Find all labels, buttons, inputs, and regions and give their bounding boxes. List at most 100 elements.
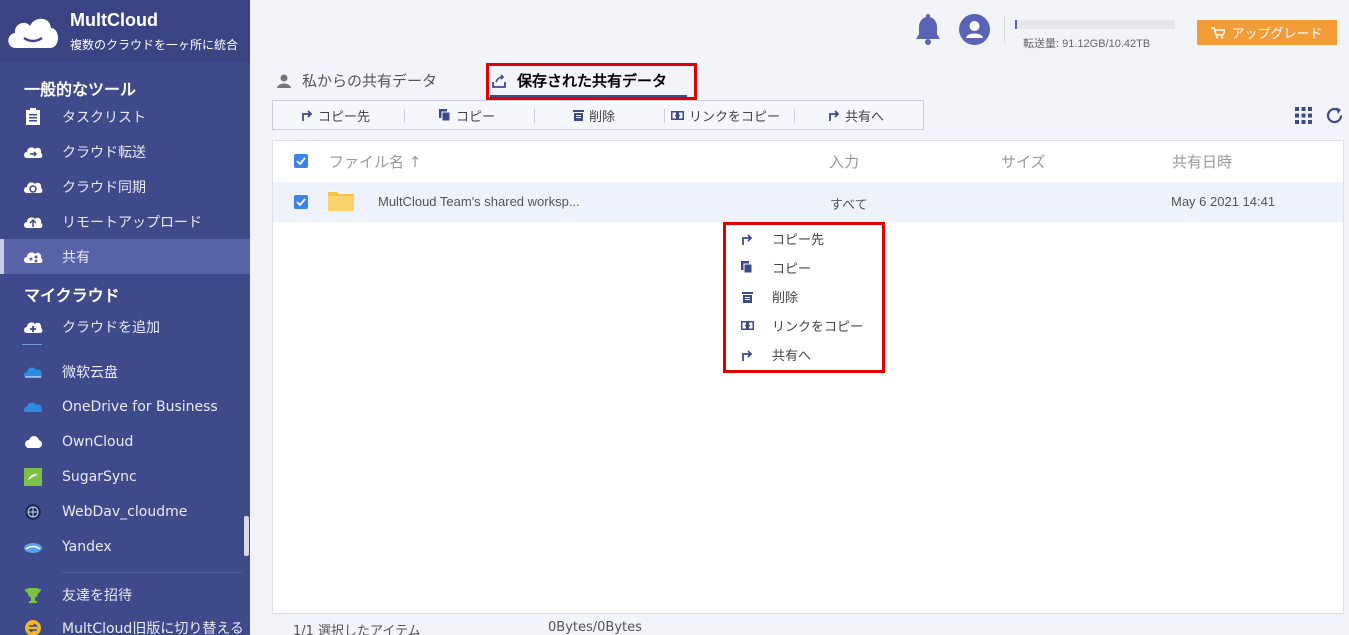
copy-button[interactable]: コピー bbox=[439, 101, 495, 129]
selection-count: 1/1 選択したアイテム bbox=[293, 624, 421, 635]
divider bbox=[664, 109, 665, 123]
onedrive-icon bbox=[23, 362, 43, 382]
copy-icon bbox=[439, 108, 451, 121]
sidebar-item-label: タスクリスト bbox=[62, 109, 146, 126]
toolbar-label: 削除 bbox=[589, 109, 616, 125]
action-toolbar: コピー先 コピー 削除 リンクをコピー 共有へ bbox=[272, 100, 924, 130]
context-menu: コピー先 コピー 削除 リンクをコピー 共有へ bbox=[726, 224, 882, 370]
sidebar-item-sugarsync[interactable]: SugarSync bbox=[0, 459, 250, 494]
sidebar-item-label: クラウドを追加 bbox=[62, 319, 160, 336]
copy-icon bbox=[740, 261, 754, 275]
sidebar-item-yandex[interactable]: Yandex bbox=[0, 529, 250, 564]
active-tab-indicator bbox=[490, 95, 687, 97]
sidebar-item-cloud-transfer[interactable]: クラウド転送 bbox=[0, 134, 250, 169]
divider bbox=[534, 109, 535, 123]
column-header-size[interactable]: サイズ bbox=[1001, 151, 1046, 172]
sidebar-item-label: リモートアップロード bbox=[62, 214, 202, 231]
brand-tagline: 複数のクラウドを一ヶ所に統合 bbox=[70, 38, 239, 52]
file-name[interactable]: MultCloud Team's shared worksp... bbox=[378, 194, 580, 209]
trash-icon bbox=[573, 110, 584, 121]
share-out-icon bbox=[492, 73, 506, 88]
toolbar-label: 共有へ bbox=[845, 109, 885, 125]
tab-label: 私からの共有データ bbox=[302, 72, 438, 90]
sidebar-item-label: SugarSync bbox=[62, 468, 137, 485]
file-list: ファイル名 ↑ 入力 サイズ 共有日時 MultCloud Team's sha… bbox=[272, 140, 1344, 614]
header-label: ファイル名 bbox=[329, 153, 405, 171]
menu-item-label: 削除 bbox=[772, 291, 799, 306]
cloud-transfer-icon bbox=[23, 142, 43, 162]
onedrive-business-icon bbox=[23, 397, 43, 417]
menu-item-delete[interactable]: 削除 bbox=[726, 282, 882, 311]
divider bbox=[794, 109, 795, 123]
tools-section-title: 一般的なツール bbox=[24, 80, 137, 99]
remote-upload-icon bbox=[23, 212, 43, 232]
tab-saved-shares[interactable]: 保存された共有データ bbox=[491, 70, 667, 91]
sidebar-item-webdav[interactable]: WebDav_cloudme bbox=[0, 494, 250, 529]
forward-arrow-icon bbox=[740, 348, 754, 362]
divider bbox=[62, 572, 242, 573]
file-input: すべて bbox=[830, 197, 868, 212]
sidebar-item-label: 微软云盘 bbox=[62, 364, 118, 381]
divider bbox=[404, 109, 405, 123]
toolbar-label: コピー先 bbox=[318, 109, 371, 125]
sidebar-item-switch-old[interactable]: MultCloud旧版に切り替える bbox=[0, 610, 250, 635]
sidebar-item-onedrive-business[interactable]: OneDrive for Business bbox=[0, 389, 250, 424]
sidebar-item-owncloud[interactable]: OwnCloud bbox=[0, 424, 250, 459]
notification-bell-icon[interactable] bbox=[914, 14, 942, 46]
sidebar-item-task-list[interactable]: タスクリスト bbox=[0, 99, 250, 134]
sidebar-item-onedrive[interactable]: 微软云盘 bbox=[0, 354, 250, 389]
forward-arrow-icon bbox=[829, 110, 840, 121]
top-bar: 転送量: 91.12GB/10.42TB アップグレード bbox=[250, 0, 1349, 62]
sidebar-item-invite[interactable]: 友達を招待 bbox=[0, 577, 250, 612]
menu-item-copy[interactable]: コピー bbox=[726, 253, 882, 282]
table-row[interactable]: MultCloud Team's shared worksp... すべて Ma… bbox=[273, 182, 1343, 222]
column-header-input[interactable]: 入力 bbox=[829, 151, 859, 172]
sidebar-item-label: 共有 bbox=[62, 249, 90, 266]
owncloud-icon bbox=[23, 432, 43, 452]
menu-item-share-to[interactable]: 共有へ bbox=[726, 340, 882, 369]
menu-item-label: 共有へ bbox=[772, 349, 812, 364]
row-checkbox[interactable] bbox=[294, 195, 308, 209]
share-icon bbox=[23, 247, 43, 267]
menu-item-copy-link[interactable]: リンクをコピー bbox=[726, 311, 882, 340]
copy-to-button[interactable]: コピー先 bbox=[301, 101, 370, 129]
share-to-button[interactable]: 共有へ bbox=[828, 101, 884, 129]
link-icon bbox=[671, 110, 684, 120]
tab-label: 保存された共有データ bbox=[517, 72, 668, 90]
sugarsync-icon bbox=[23, 467, 43, 487]
traffic-usage: 転送量: 91.12GB/10.42TB bbox=[1023, 38, 1151, 50]
check-icon bbox=[296, 157, 306, 165]
menu-item-copy-to[interactable]: コピー先 bbox=[726, 224, 882, 253]
grid-view-icon[interactable] bbox=[1295, 107, 1312, 124]
user-avatar[interactable] bbox=[959, 14, 990, 45]
sidebar-item-add-cloud[interactable]: クラウドを追加 bbox=[0, 309, 250, 344]
sidebar-item-remote-upload[interactable]: リモートアップロード bbox=[0, 204, 250, 239]
cart-icon bbox=[1211, 26, 1226, 39]
selection-size: 0Bytes/0Bytes bbox=[548, 620, 642, 635]
sidebar-item-share[interactable]: 共有 bbox=[0, 239, 250, 274]
menu-item-label: コピー先 bbox=[772, 233, 825, 248]
sidebar: MultCloud 複数のクラウドを一ヶ所に統合 一般的なツール タスクリスト … bbox=[0, 0, 250, 635]
column-header-name[interactable]: ファイル名 ↑ bbox=[329, 151, 421, 172]
sidebar-item-cloud-sync[interactable]: クラウド同期 bbox=[0, 169, 250, 204]
user-icon bbox=[277, 74, 291, 88]
select-all-checkbox[interactable] bbox=[294, 154, 308, 168]
folder-icon bbox=[328, 192, 354, 211]
copy-link-button[interactable]: リンクをコピー bbox=[671, 101, 780, 129]
sidebar-scrollbar[interactable] bbox=[244, 516, 249, 556]
refresh-icon[interactable] bbox=[1325, 106, 1344, 125]
traffic-progress-fill bbox=[1015, 20, 1017, 29]
tab-my-shares[interactable]: 私からの共有データ bbox=[276, 70, 437, 91]
add-cloud-icon bbox=[23, 317, 43, 337]
menu-item-label: コピー bbox=[772, 262, 812, 277]
upgrade-button[interactable]: アップグレード bbox=[1197, 20, 1337, 45]
delete-button[interactable]: 削除 bbox=[573, 101, 615, 129]
column-header-date[interactable]: 共有日時 bbox=[1172, 151, 1232, 172]
divider bbox=[1004, 16, 1005, 44]
file-date: May 6 2021 14:41 bbox=[1171, 194, 1276, 209]
logo[interactable]: MultCloud 複数のクラウドを一ヶ所に統合 bbox=[0, 0, 250, 62]
check-icon bbox=[296, 198, 306, 206]
traffic-progress-bar bbox=[1015, 20, 1175, 29]
sidebar-item-label: MultCloud旧版に切り替える bbox=[62, 620, 244, 635]
toolbar-label: コピー bbox=[456, 109, 496, 125]
